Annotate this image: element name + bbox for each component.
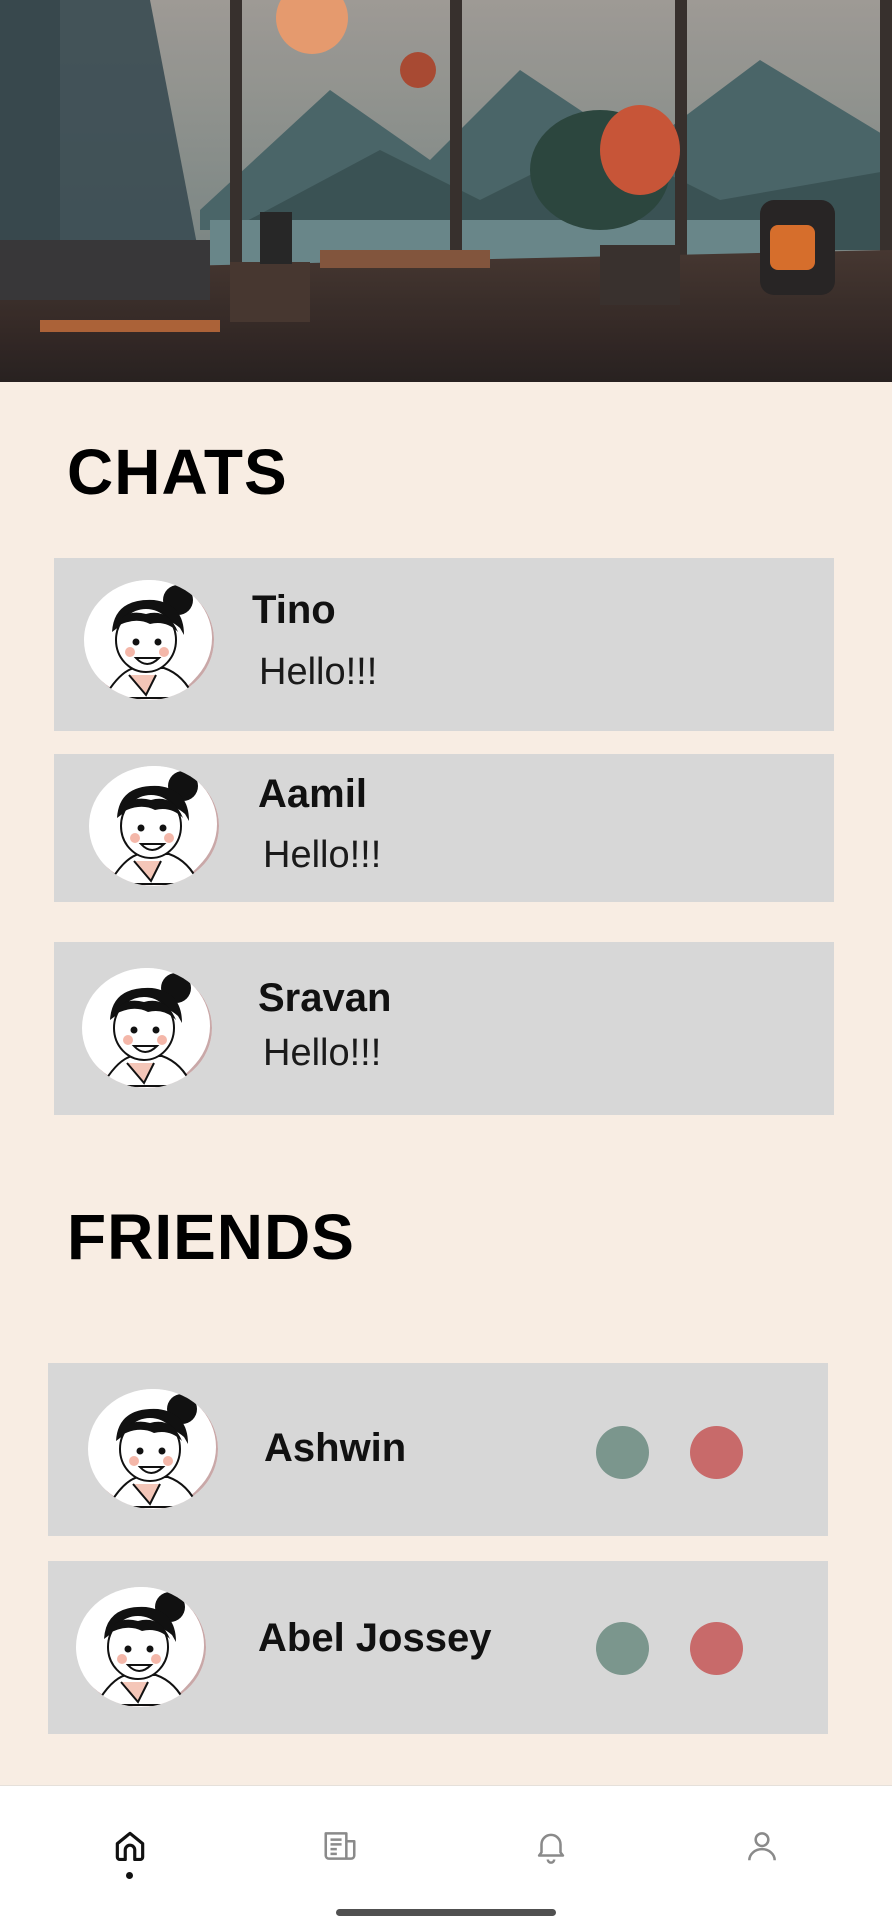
friend-item[interactable]: Ashwin — [48, 1363, 828, 1536]
avatar — [82, 968, 212, 1088]
friends-section-title: FRIENDS — [67, 1201, 355, 1273]
contact-name: Aamil — [258, 772, 367, 816]
accept-button[interactable] — [596, 1426, 649, 1479]
last-message: Hello!!! — [259, 651, 378, 693]
friend-name: Abel Jossey — [258, 1616, 492, 1660]
accept-button[interactable] — [596, 1622, 649, 1675]
chat-item[interactable]: Sravan Hello!!! — [54, 942, 834, 1115]
friend-name: Ashwin — [264, 1426, 407, 1470]
news-icon — [324, 1832, 356, 1860]
contact-name: Sravan — [258, 976, 392, 1020]
nav-notifications[interactable] — [521, 1816, 581, 1876]
bell-icon — [537, 1833, 565, 1864]
nav-home[interactable] — [100, 1816, 160, 1879]
home-indicator-bar — [336, 1909, 556, 1916]
nav-profile[interactable] — [732, 1816, 792, 1876]
reject-button[interactable] — [690, 1622, 743, 1675]
chat-item[interactable]: Tino Hello!!! — [54, 558, 834, 731]
last-message: Hello!!! — [263, 1032, 382, 1074]
chats-section-title: CHATS — [67, 436, 288, 508]
header-banner-image — [0, 0, 892, 382]
friend-item[interactable]: Abel Jossey — [48, 1561, 828, 1734]
contact-name: Tino — [252, 588, 336, 632]
last-message: Hello!!! — [263, 834, 382, 876]
active-indicator-dot — [126, 1872, 133, 1879]
nav-news[interactable] — [310, 1816, 370, 1876]
reject-button[interactable] — [690, 1426, 743, 1479]
avatar — [88, 1389, 218, 1509]
chat-item[interactable]: Aamil Hello!!! — [54, 754, 834, 902]
home-icon — [115, 1831, 145, 1862]
profile-icon — [748, 1832, 776, 1861]
avatar — [76, 1587, 206, 1707]
avatar — [84, 580, 214, 700]
avatar — [89, 766, 219, 886]
